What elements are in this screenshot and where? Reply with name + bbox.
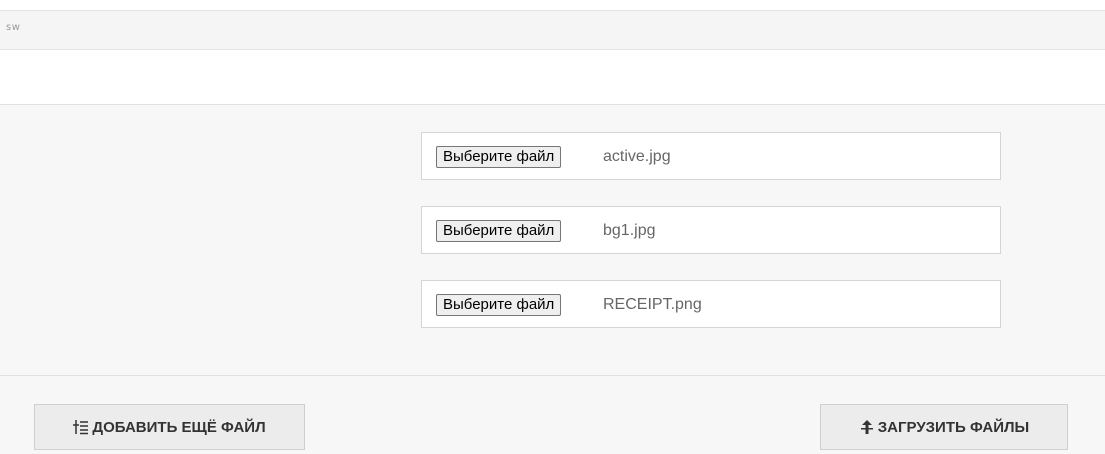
file-input-3[interactable]: Выберите файл RECEIPT.png <box>421 280 1001 328</box>
choose-file-button[interactable]: Выберите файл <box>436 220 562 242</box>
file-input-1[interactable]: Выберите файл active.jpg <box>421 132 1001 180</box>
file-name: active.jpg <box>603 148 671 165</box>
add-file-button[interactable]: ДОБАВИТЬ ЕЩЁ ФАЙЛ <box>34 404 305 450</box>
choose-file-button[interactable]: Выберите файл <box>436 294 562 316</box>
add-file-label: ДОБАВИТЬ ЕЩЁ ФАЙЛ <box>92 418 266 436</box>
upload-label: ЗАГРУЗИТЬ ФАЙЛЫ <box>877 418 1030 436</box>
header-bar: sw <box>0 10 1105 50</box>
upload-icon <box>859 419 875 435</box>
choose-file-button[interactable]: Выберите файл <box>436 146 562 168</box>
header-label: sw <box>6 22 21 33</box>
top-strip <box>0 0 1105 10</box>
upload-files-button[interactable]: ЗАГРУЗИТЬ ФАЙЛЫ <box>820 404 1068 450</box>
list-add-icon <box>73 419 89 435</box>
upload-area: Выберите файл active.jpg Выберите файл b… <box>0 104 1105 376</box>
file-name: RECEIPT.png <box>603 296 702 313</box>
spacer <box>0 50 1105 104</box>
file-input-2[interactable]: Выберите файл bg1.jpg <box>421 206 1001 254</box>
file-name: bg1.jpg <box>603 222 656 239</box>
